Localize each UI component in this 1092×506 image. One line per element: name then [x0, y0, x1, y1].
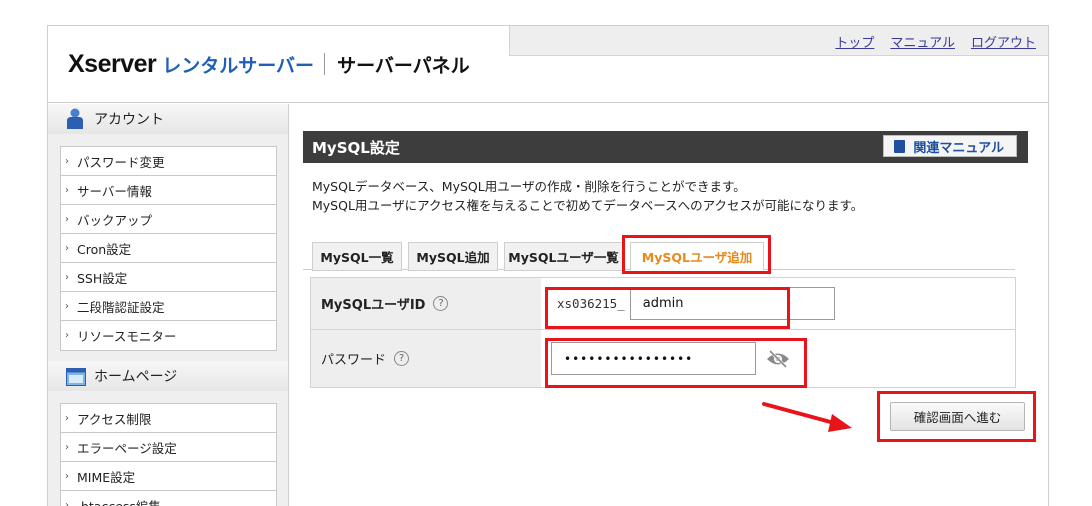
sidebar-list-account: › パスワード変更 › サーバー情報 › バックアップ › Cron設定 › SSH設定 … — [60, 146, 277, 351]
help-icon[interactable]: ? — [394, 351, 410, 366]
description-line: MySQL用ユーザにアクセス権を与えることで初めてデータベースへのアクセスが可能… — [312, 198, 864, 213]
password-label-cell: パスワード ? — [311, 330, 541, 387]
user-id-input[interactable]: admin — [629, 287, 835, 320]
sidebar-item-resource-monitor[interactable]: › リソースモニター — [61, 321, 276, 350]
sidebar-item-label: Cron設定 — [77, 241, 132, 257]
chevron-right-icon: › — [65, 412, 69, 424]
chevron-right-icon: › — [65, 470, 69, 482]
sidebar-item-label: リソースモニター — [77, 329, 177, 344]
chevron-right-icon: › — [65, 271, 69, 283]
sidebar: アカウント › パスワード変更 › サーバー情報 › バックアップ › Cron設定 ›… — [48, 104, 289, 506]
user-id-label-cell: MySQLユーザID ? — [311, 278, 541, 329]
sidebar-item-ssh[interactable]: › SSH設定 — [61, 263, 276, 292]
sidebar-item-mime[interactable]: › MIME設定 — [61, 462, 276, 491]
password-value-cell: •••••••••••••••• — [541, 330, 1015, 387]
form-row-password: パスワード ? •••••••••••••••• — [311, 330, 1015, 387]
header: Xserver レンタルサーバー サーバーパネル トップ マニュアル ログアウト — [48, 26, 1048, 103]
sidebar-section-title: アカウント — [94, 112, 164, 128]
sidebar-list-homepage: › アクセス制限 › エラーページ設定 › MIME設定 › .htaccess編集 — [60, 403, 277, 506]
logo: Xserver レンタルサーバー サーバーパネル — [68, 48, 470, 80]
related-manual-label: 関連マニュアル — [913, 140, 1004, 156]
sidebar-item-label: パスワード変更 — [77, 154, 165, 170]
description: MySQLデータベース、MySQL用ユーザの作成・削除を行うことができます。 M… — [303, 177, 1028, 215]
sidebar-item-access-limit[interactable]: › アクセス制限 — [61, 404, 276, 433]
sidebar-section-homepage[interactable]: ホームページ — [48, 361, 288, 391]
chevron-right-icon: › — [65, 441, 69, 453]
sidebar-item-label: アクセス制限 — [77, 411, 152, 427]
main-content: MySQL設定 関連マニュアル MySQLデータベース、MySQL用ユーザの作成… — [303, 131, 1028, 388]
sidebar-item-cron[interactable]: › Cron設定 — [61, 234, 276, 263]
related-manual-button[interactable]: 関連マニュアル — [883, 135, 1017, 157]
logo-service: レンタルサーバー — [162, 55, 315, 77]
sidebar-item-label: バックアップ — [77, 212, 153, 228]
confirm-button[interactable]: 確認画面へ進む — [890, 402, 1025, 431]
window-icon — [66, 368, 86, 390]
form-row-user-id: MySQLユーザID ? xs036215_ admin — [311, 278, 1015, 330]
section-title-bar: MySQL設定 関連マニュアル — [303, 131, 1028, 163]
eye-off-icon[interactable] — [766, 349, 790, 368]
sidebar-item-2fa[interactable]: › 二段階認証設定 — [61, 292, 276, 321]
password-label: パスワード — [321, 353, 387, 368]
sidebar-section-title: ホームページ — [94, 369, 178, 385]
logo-panel-name: サーバーパネル — [337, 55, 470, 77]
user-id-prefix: xs036215_ — [557, 296, 625, 311]
link-top[interactable]: トップ — [835, 32, 874, 51]
sidebar-item-label: 二段階認証設定 — [77, 299, 165, 315]
link-manual[interactable]: マニュアル — [890, 32, 955, 51]
tab-mysql-user-list[interactable]: MySQLユーザ一覧 — [504, 242, 623, 271]
chevron-right-icon: › — [65, 500, 69, 506]
sidebar-item-label: SSH設定 — [77, 270, 128, 286]
sidebar-item-backup[interactable]: › バックアップ — [61, 205, 276, 234]
book-icon — [894, 139, 906, 153]
chevron-right-icon: › — [65, 213, 69, 225]
tab-mysql-add[interactable]: MySQL追加 — [408, 242, 498, 271]
sidebar-item-password[interactable]: › パスワード変更 — [61, 147, 276, 176]
description-line: MySQLデータベース、MySQL用ユーザの作成・削除を行うことができます。 — [312, 179, 746, 194]
chevron-right-icon: › — [65, 330, 69, 341]
chevron-right-icon: › — [65, 155, 69, 167]
chevron-right-icon: › — [65, 242, 69, 254]
sidebar-item-label: .htaccess編集 — [77, 496, 161, 506]
tab-bar: MySQL一覧 MySQL追加 MySQLユーザ一覧 MySQLユーザ追加 — [303, 239, 1015, 271]
sidebar-item-label: サーバー情報 — [77, 183, 152, 199]
password-input[interactable]: •••••••••••••••• — [551, 342, 756, 375]
sidebar-section-account[interactable]: アカウント — [48, 104, 288, 134]
sidebar-item-error-page[interactable]: › エラーページ設定 — [61, 433, 276, 462]
chevron-right-icon: › — [65, 184, 69, 196]
sidebar-item-label: エラーページ設定 — [77, 440, 177, 456]
sidebar-item-label: MIME設定 — [77, 469, 136, 485]
tab-mysql-list[interactable]: MySQL一覧 — [312, 242, 402, 271]
link-logout[interactable]: ログアウト — [971, 32, 1036, 51]
user-icon — [66, 108, 84, 134]
help-icon[interactable]: ? — [433, 296, 449, 311]
page-title: MySQL設定 — [312, 138, 400, 157]
sidebar-item-htaccess[interactable]: › .htaccess編集 — [61, 491, 276, 506]
sidebar-item-server-info[interactable]: › サーバー情報 — [61, 176, 276, 205]
chevron-right-icon: › — [65, 300, 69, 312]
logo-brand: Xserver — [68, 49, 157, 78]
user-id-label: MySQLユーザID — [321, 298, 426, 313]
logo-divider — [324, 53, 326, 75]
top-links: トップ マニュアル ログアウト — [835, 32, 1036, 51]
tab-mysql-user-add[interactable]: MySQLユーザ追加 — [630, 242, 764, 271]
user-id-value-cell: xs036215_ admin — [541, 278, 1015, 329]
user-add-form: MySQLユーザID ? xs036215_ admin パスワード ? •••… — [310, 277, 1016, 388]
